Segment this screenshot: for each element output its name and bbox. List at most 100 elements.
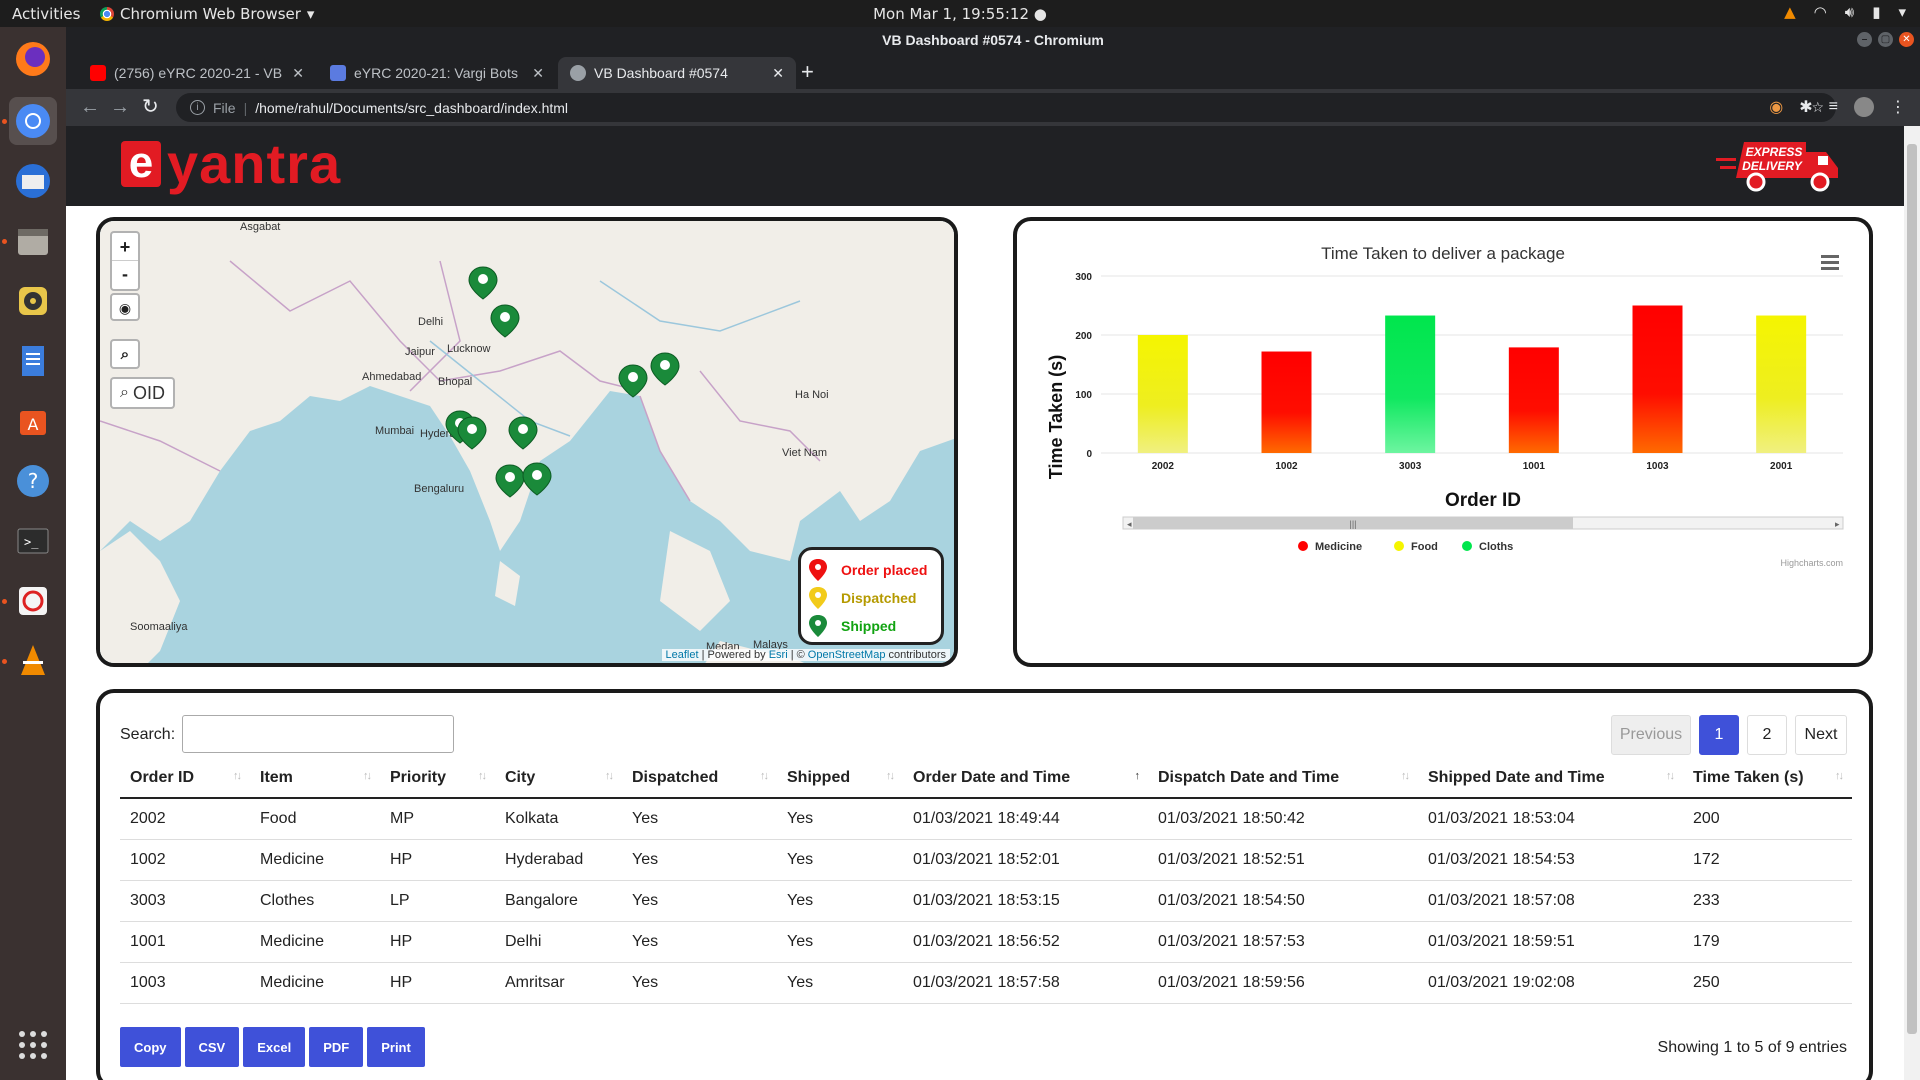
page-scrollbar[interactable] — [1904, 126, 1920, 1080]
column-header-dispatch-date[interactable]: Dispatch Date and Time ↑↓ — [1148, 758, 1418, 799]
extensions-icon[interactable]: ✱ — [1799, 97, 1812, 117]
minimize-icon[interactable]: – — [1857, 32, 1872, 47]
tab-label: eYRC 2020-21: Vargi Bots — [354, 65, 518, 81]
cell-order-id: 1001 — [120, 921, 250, 963]
next-page-button[interactable]: Next — [1795, 715, 1847, 755]
forward-icon[interactable]: → — [110, 96, 130, 118]
search-label: Search: — [120, 726, 176, 743]
rhythmbox-icon[interactable] — [9, 277, 57, 325]
new-tab-icon[interactable]: + — [801, 61, 814, 83]
column-header-priority[interactable]: Priority ↑↓ — [380, 758, 495, 799]
thunderbird-icon[interactable] — [9, 157, 57, 205]
zoom-out-button[interactable]: - — [112, 261, 138, 289]
shipped-marker-icon — [508, 416, 538, 450]
media-control-icon[interactable]: ≡ — [1829, 98, 1838, 116]
y-tick-label: 300 — [1075, 272, 1092, 283]
page-2-button[interactable]: 2 — [1747, 715, 1787, 755]
column-header-order-date[interactable]: Order Date and Time ↑ — [903, 758, 1148, 799]
clock[interactable]: Mon Mar 1, 19:55:12 — [873, 5, 1029, 23]
bar-1001[interactable] — [1508, 347, 1559, 453]
order-map[interactable]: Asgabat Delhi Jaipur Lucknow Ahmedabad B… — [96, 217, 958, 667]
locate-button[interactable]: ◉ — [110, 293, 140, 321]
help-icon[interactable]: ? — [9, 457, 57, 505]
power-menu-icon[interactable]: ▾ — [1898, 3, 1906, 21]
legend-item-medicine[interactable]: Medicine — [1298, 541, 1362, 553]
chromium-dock-icon[interactable] — [9, 97, 57, 145]
csv-button[interactable]: CSV — [184, 1027, 240, 1067]
cell-order-id: 2002 — [120, 798, 250, 840]
tab-vargi-bots[interactable]: eYRC 2020-21: Vargi Bots ✕ — [318, 57, 556, 89]
legend-item-food[interactable]: Food — [1394, 541, 1438, 553]
tab-youtube[interactable]: (2756) eYRC 2020-21 - VB ✕ — [78, 57, 316, 89]
terminal-icon[interactable]: >_ — [9, 517, 57, 565]
page-scrollbar-thumb[interactable] — [1907, 144, 1917, 1034]
oid-search-button[interactable]: ⌕ OID — [110, 377, 175, 409]
show-applications-icon[interactable] — [9, 1021, 57, 1069]
copy-button[interactable]: Copy — [120, 1027, 181, 1067]
volume-icon[interactable]: 🔊︎ — [1845, 3, 1854, 21]
column-header-order-id[interactable]: Order ID ↑↓ — [120, 758, 250, 799]
bar-2001[interactable] — [1756, 315, 1807, 453]
close-tab-icon[interactable]: ✕ — [532, 65, 544, 82]
close-window-icon[interactable]: ✕ — [1899, 32, 1914, 47]
zoom-in-button[interactable]: + — [112, 233, 138, 261]
column-header-shipped[interactable]: Shipped ↑↓ — [777, 758, 903, 799]
color-extension-icon[interactable]: ◉ — [1769, 97, 1783, 117]
search-input[interactable] — [182, 715, 454, 753]
column-header-shipped-date[interactable]: Shipped Date and Time ↑↓ — [1418, 758, 1683, 799]
browser-menu-icon[interactable]: ⋮ — [1890, 97, 1906, 117]
vlc-tray-icon[interactable]: ▲ — [1784, 3, 1796, 21]
files-icon[interactable] — [9, 217, 57, 265]
bar-1003[interactable] — [1632, 305, 1683, 454]
chart-gridlines — [1101, 275, 1843, 454]
chart-bars — [1137, 305, 1807, 454]
excel-button[interactable]: Excel — [243, 1027, 306, 1067]
pdf-button[interactable]: PDF — [309, 1027, 364, 1067]
scroll-right-icon[interactable]: ▸ — [1835, 519, 1840, 529]
page-1-button[interactable]: 1 — [1699, 715, 1739, 755]
maximize-icon[interactable]: ▢ — [1878, 32, 1893, 47]
scrollbar-grip-icon: ||| — [1349, 519, 1356, 529]
cell-priority: LP — [380, 880, 495, 922]
esri-link[interactable]: Esri — [769, 649, 788, 661]
column-header-time-taken[interactable]: Time Taken (s) ↑↓ — [1683, 758, 1852, 799]
profile-avatar[interactable] — [1854, 97, 1874, 117]
running-indicator-icon — [2, 239, 7, 244]
firefox-icon[interactable] — [9, 35, 57, 83]
address-bar[interactable]: i File | /home/rahul/Documents/src_dashb… — [176, 93, 1836, 122]
url-text[interactable]: /home/rahul/Documents/src_dashboard/inde… — [255, 100, 568, 116]
info-icon[interactable]: i — [190, 100, 205, 115]
column-header-dispatched[interactable]: Dispatched ↑↓ — [622, 758, 777, 799]
column-header-item[interactable]: Item ↑↓ — [250, 758, 380, 799]
map-search-button[interactable]: ⌕ — [110, 339, 140, 369]
cell-dispatch-date: 01/03/2021 18:52:51 — [1148, 839, 1418, 881]
battery-icon[interactable]: ▮ — [1872, 3, 1880, 21]
activities-button[interactable]: Activities — [12, 5, 80, 23]
wifi-icon[interactable]: ◠ — [1814, 3, 1827, 21]
legend-item-cloths[interactable]: Cloths — [1462, 541, 1513, 553]
leaflet-link[interactable]: Leaflet — [666, 649, 699, 661]
sort-icon: ↑↓ — [1401, 770, 1410, 782]
bar-3003[interactable] — [1385, 315, 1436, 453]
eyantra-app-icon[interactable] — [9, 577, 57, 625]
writer-icon[interactable] — [9, 337, 57, 385]
print-button[interactable]: Print — [367, 1027, 425, 1067]
cell-order-date: 01/03/2021 18:53:15 — [903, 880, 1148, 922]
close-tab-icon[interactable]: ✕ — [772, 65, 784, 82]
software-center-icon[interactable]: A — [9, 397, 57, 445]
chart-legend: Medicine Food Cloths — [1298, 541, 1513, 553]
system-tray[interactable]: ▲ ◠ 🔊︎ ▮ ▾ — [1784, 3, 1906, 21]
close-tab-icon[interactable]: ✕ — [292, 65, 304, 82]
tab-vb-dashboard[interactable]: VB Dashboard #0574 ✕ — [558, 57, 796, 89]
back-icon[interactable]: ← — [80, 96, 100, 118]
app-menu[interactable]: Chromium Web Browser ▾ — [100, 5, 314, 23]
bar-2002[interactable] — [1137, 335, 1188, 453]
previous-page-button[interactable]: Previous — [1611, 715, 1691, 755]
vlc-icon[interactable] — [9, 637, 57, 685]
column-header-city[interactable]: City ↑↓ — [495, 758, 622, 799]
reload-icon[interactable]: ↻ — [142, 96, 159, 118]
osm-link[interactable]: OpenStreetMap — [808, 649, 886, 661]
piazza-favicon-icon — [330, 65, 346, 81]
scroll-left-icon[interactable]: ◂ — [1127, 519, 1132, 529]
bar-1002[interactable] — [1261, 351, 1312, 453]
